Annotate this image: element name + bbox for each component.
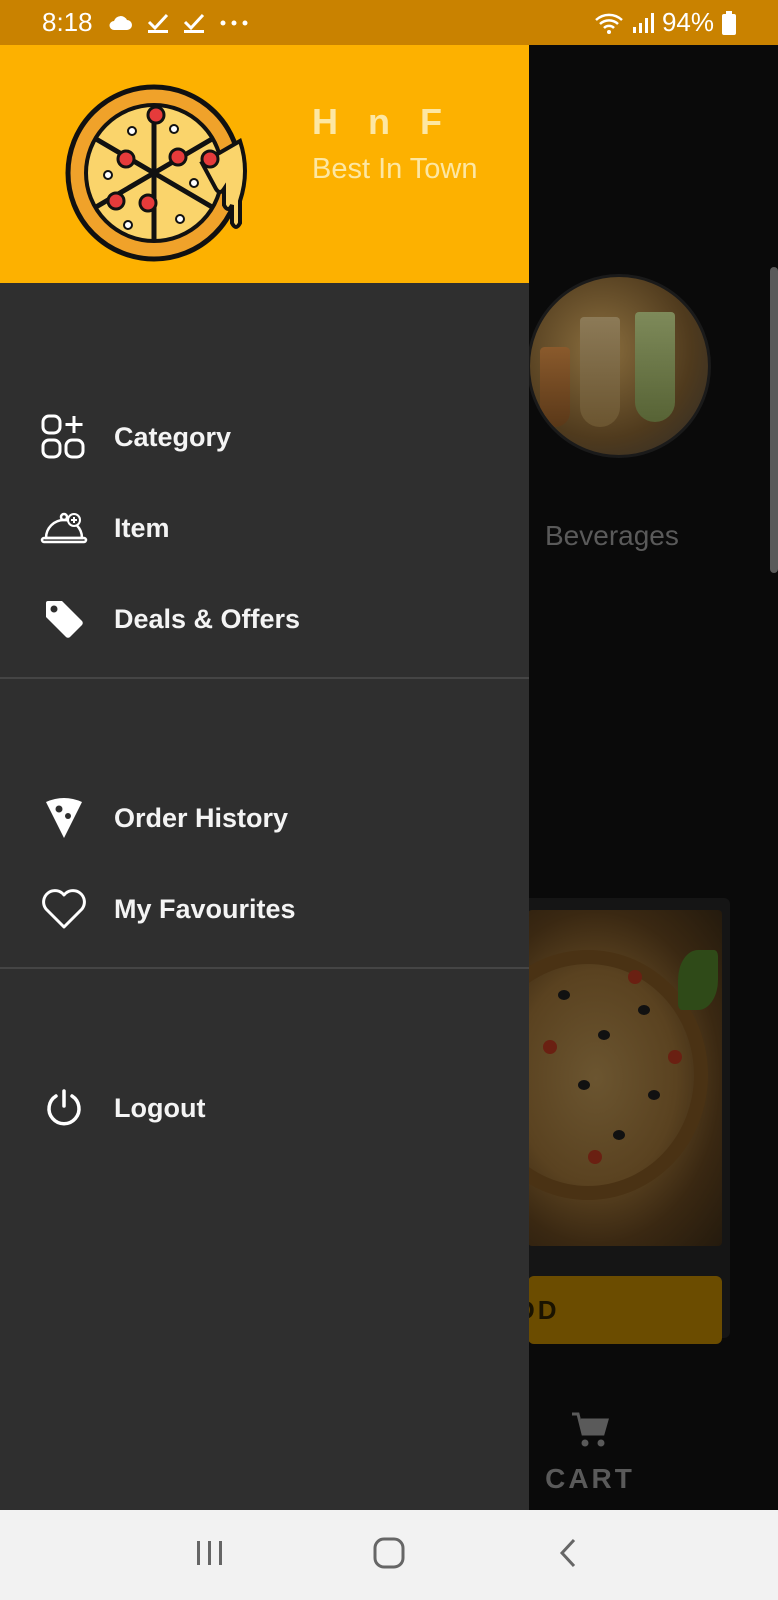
menu-item-order-history[interactable]: Order History xyxy=(0,778,529,858)
menu-label: Logout xyxy=(114,1092,206,1123)
checkmark-icon xyxy=(183,12,205,34)
cloche-icon xyxy=(40,504,88,552)
cart-tab[interactable]: CART xyxy=(540,1410,640,1495)
pizza-slice-icon xyxy=(40,794,88,842)
pizza-logo-icon xyxy=(62,73,258,269)
power-icon xyxy=(40,1084,88,1132)
menu-label: My Favourites xyxy=(114,893,296,924)
wifi-icon xyxy=(594,11,624,35)
menu-label: Order History xyxy=(114,802,289,833)
status-left: 8:18 xyxy=(42,7,249,38)
heart-icon xyxy=(40,885,88,933)
menu-item-item[interactable]: Item xyxy=(0,488,529,568)
home-icon xyxy=(372,1536,406,1575)
app-tagline: Best In Town xyxy=(312,153,478,185)
menu-item-logout[interactable]: Logout xyxy=(0,1068,529,1148)
menu-item-category[interactable]: Category xyxy=(0,397,529,477)
add-button-label: DD xyxy=(528,1294,560,1325)
pizza-image xyxy=(528,910,722,1246)
menu-label: Item xyxy=(114,512,170,543)
recent-apps-button[interactable] xyxy=(180,1525,240,1585)
status-right: 94% xyxy=(594,7,736,38)
navigation-drawer: H n F Best In Town Category Item Deals &… xyxy=(0,45,529,1510)
add-to-cart-button[interactable]: DD xyxy=(528,1276,722,1344)
battery-percent: 94% xyxy=(661,7,714,37)
menu-label: Category xyxy=(114,421,232,452)
menu-label: Deals & Offers xyxy=(114,603,301,634)
cart-label: CART xyxy=(545,1463,635,1494)
divider xyxy=(0,677,529,679)
beverages-category-label: Beverages xyxy=(545,520,679,551)
status-time: 8:18 xyxy=(42,7,93,37)
menu-item-deals-offers[interactable]: Deals & Offers xyxy=(0,579,529,659)
battery-icon xyxy=(722,10,736,35)
system-nav-bar xyxy=(0,1510,778,1600)
beverages-category-image[interactable] xyxy=(527,274,711,458)
food-card[interactable]: DD xyxy=(520,898,730,1344)
signal-icon xyxy=(632,12,654,34)
category-icon xyxy=(40,413,88,461)
tag-icon xyxy=(40,595,88,643)
back-button[interactable] xyxy=(538,1525,598,1585)
checkmark-icon xyxy=(147,12,169,34)
app-name: H n F xyxy=(312,101,452,142)
cart-icon xyxy=(570,1410,610,1455)
status-bar: 8:18 94% xyxy=(0,0,778,45)
scrollbar[interactable] xyxy=(770,267,778,573)
divider xyxy=(0,967,529,969)
drawer-header: H n F Best In Town xyxy=(0,45,529,283)
back-icon xyxy=(558,1537,578,1574)
cloud-icon xyxy=(107,14,133,32)
home-button[interactable] xyxy=(359,1525,419,1585)
menu-item-my-favourites[interactable]: My Favourites xyxy=(0,869,529,949)
recent-apps-icon xyxy=(195,1539,225,1572)
more-dots-icon xyxy=(219,19,249,27)
